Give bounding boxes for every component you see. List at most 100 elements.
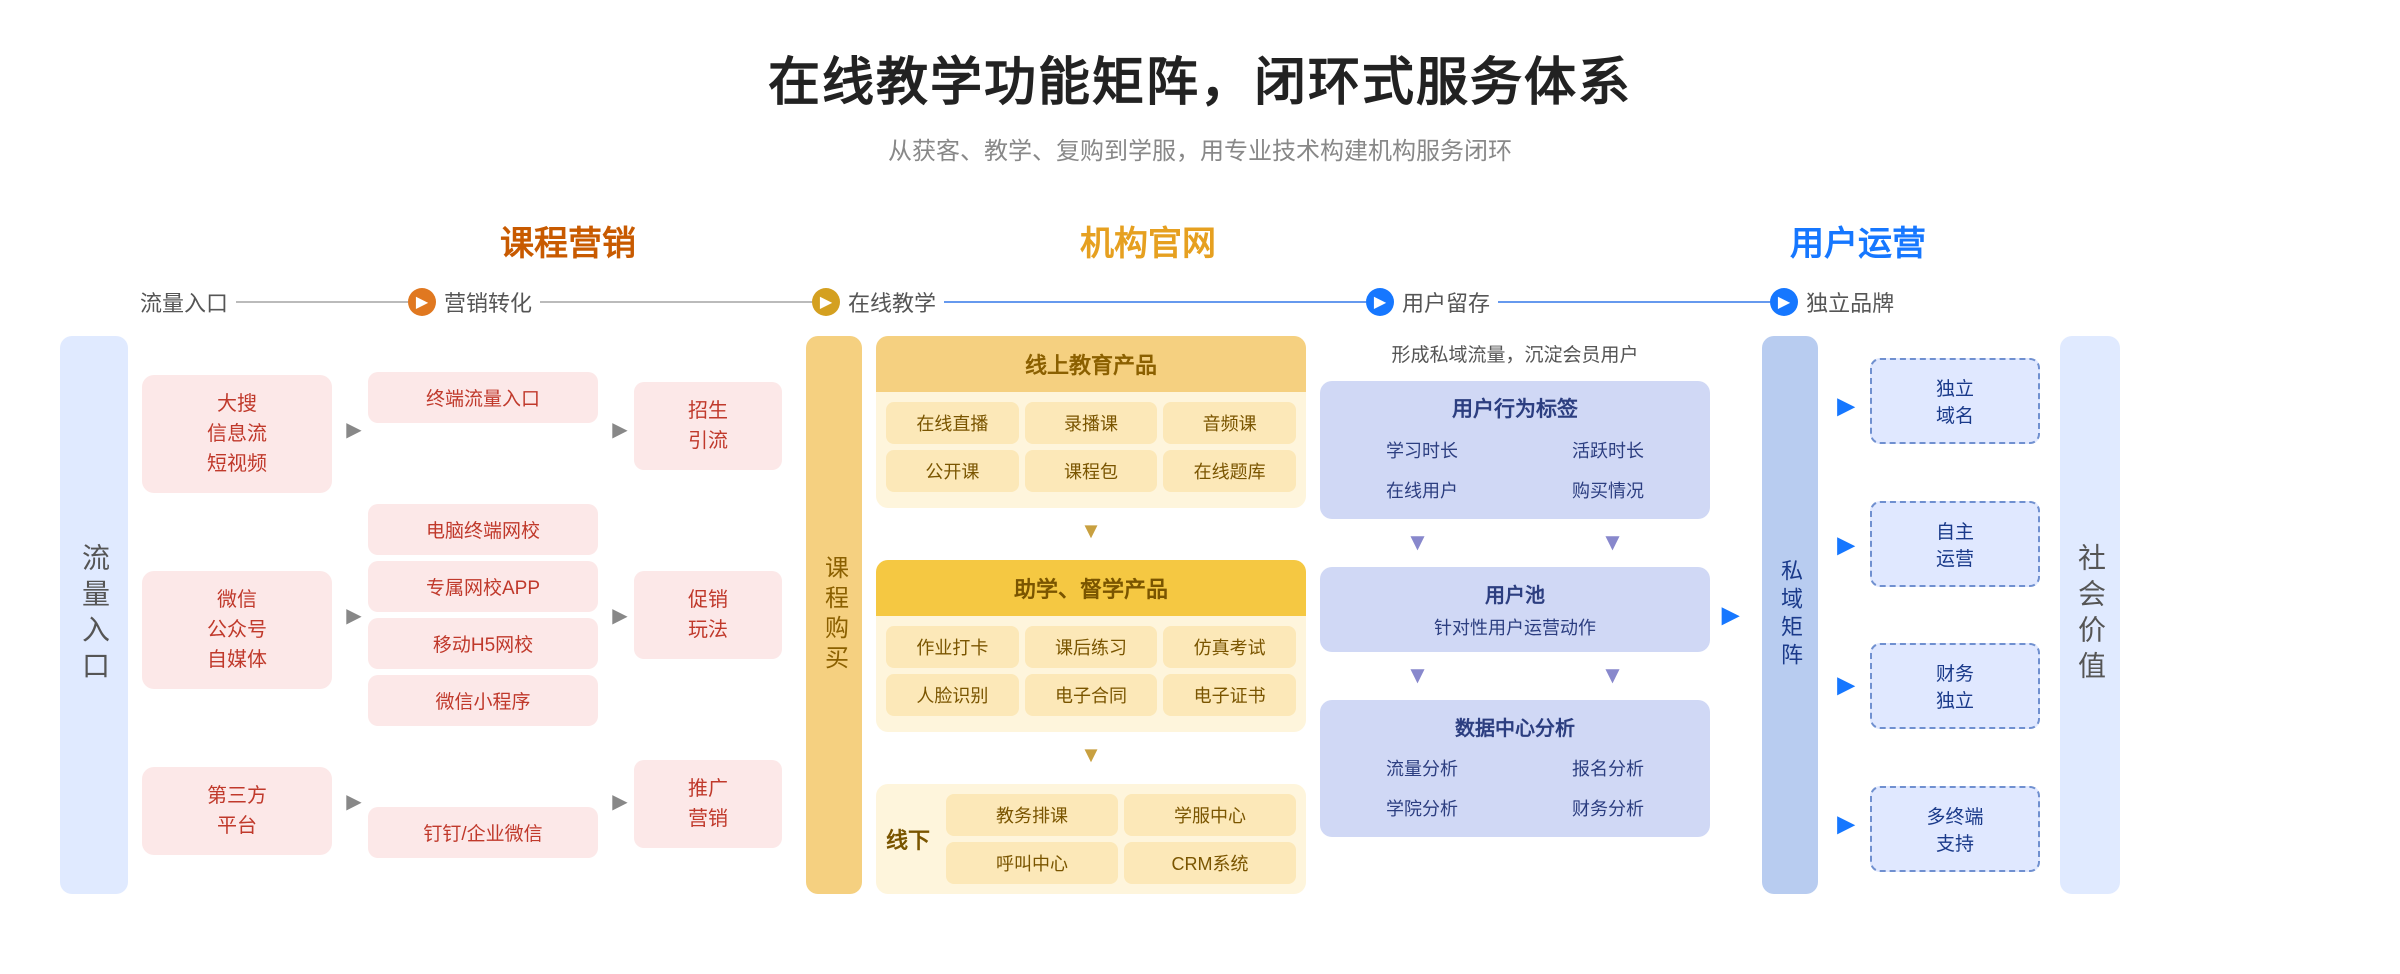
arrows-col-2: ▶ ▶ ▶ xyxy=(606,336,634,894)
da-1: ▼ xyxy=(1406,529,1430,557)
user-retention-col: 形成私域流量，沉淀会员用户 用户行为标签 学习时长 活跃时长 在线用户 购买情况… xyxy=(1320,336,1710,894)
stage-marketing: 营销转化 xyxy=(444,286,532,318)
da-4: ▼ xyxy=(1601,662,1625,690)
offline-crm: CRM系统 xyxy=(1124,842,1296,884)
product-live: 在线直播 xyxy=(886,402,1019,444)
platform-mini: 微信小程序 xyxy=(368,675,598,726)
arrow-orange: ▶ xyxy=(408,288,436,316)
da-2: ▼ xyxy=(1601,529,1625,557)
offline-grid: 教务排课 学服中心 呼叫中心 CRM系统 xyxy=(946,794,1296,884)
arrow-4: ▶ xyxy=(612,417,627,442)
arrow-6: ▶ xyxy=(612,789,627,814)
page-subtitle: 从获客、教学、复购到学服，用专业技术构建机构服务闭环 xyxy=(60,131,2340,166)
data-finance: 财务分析 xyxy=(1518,791,1698,825)
brand-multi: 多终端支持 xyxy=(1870,786,2040,872)
stage-online: 在线教学 xyxy=(848,286,936,318)
down-arrow-mid: ▼ xyxy=(876,518,1306,544)
stage-retention: 用户留存 xyxy=(1402,286,1490,318)
offline-call: 呼叫中心 xyxy=(946,842,1118,884)
product-package: 课程包 xyxy=(1025,450,1158,492)
conv-1: 招生引流 xyxy=(634,382,782,470)
behavior-grid: 学习时长 活跃时长 在线用户 购买情况 xyxy=(1332,433,1698,507)
stage-brand: 独立品牌 xyxy=(1806,286,1894,318)
left-label: 流量入口 xyxy=(60,336,128,894)
online-products-header: 线上教育产品 xyxy=(876,336,1306,392)
user-pool-sub: 针对性用户运营动作 xyxy=(1332,614,1698,640)
arrow-gold: ▶ xyxy=(812,288,840,316)
arr-brand-4: ▶ xyxy=(1838,811,1855,837)
page-wrapper: 在线教学功能矩阵，闭环式服务体系 从获客、教学、复购到学服，用专业技术构建机构服… xyxy=(0,0,2400,974)
arrow-1: ▶ xyxy=(346,417,361,442)
platform-dingding: 钉钉/企业微信 xyxy=(368,807,598,858)
arrow-5: ▶ xyxy=(612,603,627,628)
user-pool-title: 用户池 xyxy=(1332,579,1698,608)
down-arrows-row2: ▼ ▼ xyxy=(1320,662,1710,690)
data-traffic: 流量分析 xyxy=(1332,751,1512,785)
assist-homework: 作业打卡 xyxy=(886,626,1019,668)
data-center-section: 数据中心分析 流量分析 报名分析 学院分析 财务分析 xyxy=(1320,700,1710,837)
assist-cert: 电子证书 xyxy=(1163,674,1296,716)
assist-practice: 课后练习 xyxy=(1025,626,1158,668)
category-header-row: 课程营销 机构官网 用户运营 xyxy=(60,216,2340,286)
offline-section: 线下 教务排课 学服中心 呼叫中心 CRM系统 xyxy=(876,784,1306,894)
arrow-blue2: ▶ xyxy=(1770,288,1798,316)
assist-contract: 电子合同 xyxy=(1025,674,1158,716)
course-buy-label: 课程购买 xyxy=(806,336,862,894)
category-website: 机构官网 xyxy=(1080,216,1216,265)
conversion-col: 招生引流 促销玩法 推广营销 xyxy=(634,336,782,894)
brand-domain: 独立域名 xyxy=(1870,358,2040,444)
arrow-to-private: ▶ xyxy=(1722,336,1750,894)
online-teaching-col: 线上教育产品 在线直播 录播课 音频课 公开课 课程包 在线题库 ▼ 助学、督学… xyxy=(876,336,1306,894)
online-products-grid: 在线直播 录播课 音频课 公开课 课程包 在线题库 xyxy=(876,392,1306,498)
platform-terminal: 终端流量入口 xyxy=(368,372,598,423)
assist-face: 人脸识别 xyxy=(886,674,1019,716)
beh-purchase: 购买情况 xyxy=(1518,473,1698,507)
traffic-source-1: 大搜信息流短视频 xyxy=(142,375,332,493)
data-grid: 流量分析 报名分析 学院分析 财务分析 xyxy=(1332,751,1698,825)
product-recorded: 录播课 xyxy=(1025,402,1158,444)
arrow-2: ▶ xyxy=(346,603,361,628)
assist-header: 助学、督学产品 xyxy=(876,560,1306,616)
arrow-3: ▶ xyxy=(346,789,361,814)
traffic-sources-col: 大搜信息流短视频 微信公众号自媒体 第三方平台 xyxy=(142,336,332,894)
category-marketing: 课程营销 xyxy=(500,216,636,265)
page-title: 在线教学功能矩阵，闭环式服务体系 xyxy=(60,40,2340,115)
category-operations: 用户运营 xyxy=(1790,216,1926,265)
arrows-col-brand: ▶ ▶ ▶ ▶ xyxy=(1832,336,1860,894)
retention-top-text: 形成私域流量，沉淀会员用户 xyxy=(1320,336,1710,371)
product-open: 公开课 xyxy=(886,450,1019,492)
assist-exam: 仿真考试 xyxy=(1163,626,1296,668)
offline-schedule: 教务排课 xyxy=(946,794,1118,836)
private-domain-label: 私域矩阵 xyxy=(1762,336,1818,894)
arr-brand-1: ▶ xyxy=(1838,393,1855,419)
platform-pc: 电脑终端网校 xyxy=(368,504,598,555)
conv-3: 推广营销 xyxy=(634,760,782,848)
assist-section: 助学、督学产品 作业打卡 课后练习 仿真考试 人脸识别 电子合同 电子证书 xyxy=(876,560,1306,732)
product-audio: 音频课 xyxy=(1163,402,1296,444)
arrows-col-1: ▶ ▶ ▶ xyxy=(340,336,368,894)
assist-grid: 作业打卡 课后练习 仿真考试 人脸识别 电子合同 电子证书 xyxy=(876,616,1306,722)
platform-app: 专属网校APP xyxy=(368,561,598,612)
behavior-tag-title: 用户行为标签 xyxy=(1332,393,1698,423)
online-products-section: 线上教育产品 在线直播 录播课 音频课 公开课 课程包 在线题库 xyxy=(876,336,1306,508)
stage-labels-row: 流量入口 ▶ 营销转化 ▶ 在线教学 ▶ 用户留存 ▶ 独立品牌 xyxy=(60,286,2340,318)
beh-online-user: 在线用户 xyxy=(1332,473,1512,507)
traffic-source-2: 微信公众号自媒体 xyxy=(142,571,332,689)
offline-label: 线下 xyxy=(886,823,936,855)
brand-finance: 财务独立 xyxy=(1870,643,2040,729)
stage-traffic: 流量入口 xyxy=(140,286,228,318)
beh-active-time: 活跃时长 xyxy=(1518,433,1698,467)
independent-brand-col: 独立域名 自主运营 财务独立 多终端支持 xyxy=(1870,336,2040,894)
behavior-tag-section: 用户行为标签 学习时长 活跃时长 在线用户 购买情况 xyxy=(1320,381,1710,519)
right-label: 社会价值 xyxy=(2060,336,2120,894)
user-pool-section: 用户池 针对性用户运营动作 xyxy=(1320,567,1710,652)
conv-2: 促销玩法 xyxy=(634,571,782,659)
data-register: 报名分析 xyxy=(1518,751,1698,785)
product-exercise: 在线题库 xyxy=(1163,450,1296,492)
main-content: 流量入口 大搜信息流短视频 微信公众号自媒体 第三方平台 ▶ ▶ ▶ 终端流量入… xyxy=(60,336,2340,894)
beh-study-time: 学习时长 xyxy=(1332,433,1512,467)
arrow-blue: ▶ xyxy=(1366,288,1394,316)
traffic-source-3: 第三方平台 xyxy=(142,767,332,855)
data-academy: 学院分析 xyxy=(1332,791,1512,825)
arr-brand-3: ▶ xyxy=(1838,672,1855,698)
